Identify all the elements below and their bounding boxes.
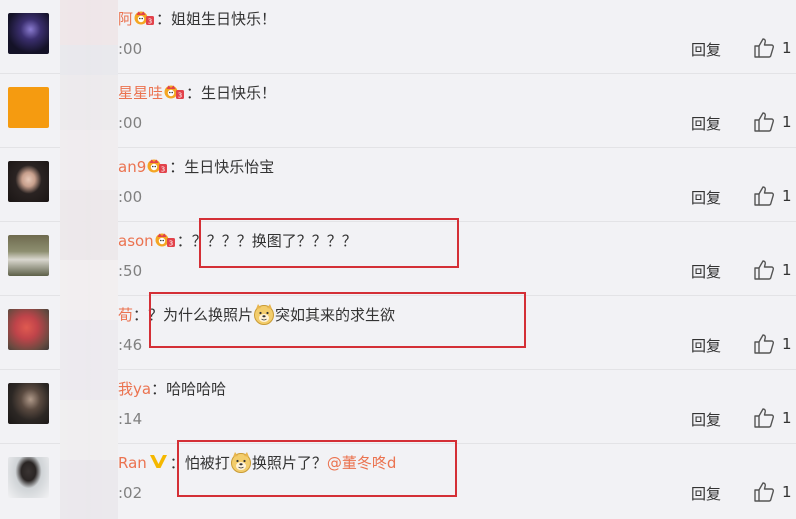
comment-username[interactable]: 星星哇 bbox=[118, 84, 163, 102]
crown-badge-icon bbox=[164, 83, 185, 100]
comment-text: ：姐姐生日快乐！ bbox=[156, 10, 277, 28]
like-count: 1 bbox=[782, 187, 792, 205]
comment-text: ：生日快乐！ bbox=[186, 84, 277, 102]
comment-username[interactable]: 阿 bbox=[118, 10, 133, 28]
comment-line: an9 ：生日快乐怡宝 bbox=[118, 155, 274, 179]
avatar[interactable] bbox=[8, 309, 49, 350]
comment-time: :14 bbox=[118, 410, 143, 428]
avatar[interactable] bbox=[8, 161, 49, 202]
highlight-box bbox=[177, 440, 457, 497]
comment-line: 阿 ：姐姐生日快乐！ bbox=[118, 7, 276, 31]
avatar[interactable] bbox=[8, 87, 49, 128]
comment-username[interactable]: 我ya bbox=[118, 380, 151, 398]
comment-time: :00 bbox=[118, 114, 143, 132]
comment-row: 星星哇 ：生日快乐！ :00 回复 1 bbox=[0, 74, 796, 148]
comment-time: :00 bbox=[118, 40, 143, 58]
like-count: 1 bbox=[782, 409, 792, 427]
avatar[interactable] bbox=[8, 457, 49, 498]
comment-time: :46 bbox=[118, 336, 143, 354]
like-count: 1 bbox=[782, 335, 792, 353]
reply-button[interactable]: 回复 bbox=[691, 39, 721, 60]
thumbs-up-icon[interactable] bbox=[752, 36, 776, 60]
reply-button[interactable]: 回复 bbox=[691, 409, 721, 430]
reply-button[interactable]: 回复 bbox=[691, 261, 721, 282]
comment-text: ：哈哈哈哈 bbox=[151, 380, 227, 398]
crown-badge-icon bbox=[155, 231, 176, 248]
thumbs-up-icon[interactable] bbox=[752, 480, 776, 504]
like-count: 1 bbox=[782, 483, 792, 501]
reply-button[interactable]: 回复 bbox=[691, 113, 721, 134]
highlight-box bbox=[199, 218, 459, 268]
blur-overlay bbox=[60, 0, 118, 519]
comment-row: 阿 ：姐姐生日快乐！ :00 回复 1 bbox=[0, 0, 796, 74]
thumbs-up-icon[interactable] bbox=[752, 406, 776, 430]
comment-username[interactable]: Ran bbox=[118, 454, 147, 472]
comment-row: an9 ：生日快乐怡宝 :00 回复 1 bbox=[0, 148, 796, 222]
verified-v-badge-icon bbox=[148, 453, 169, 470]
thumbs-up-icon[interactable] bbox=[752, 110, 776, 134]
thumbs-up-icon[interactable] bbox=[752, 258, 776, 282]
reply-button[interactable]: 回复 bbox=[691, 483, 721, 504]
avatar[interactable] bbox=[8, 13, 49, 54]
like-count: 1 bbox=[782, 39, 792, 57]
reply-button[interactable]: 回复 bbox=[691, 335, 721, 356]
thumbs-up-icon[interactable] bbox=[752, 184, 776, 208]
avatar[interactable] bbox=[8, 383, 49, 424]
comment-time: :02 bbox=[118, 484, 143, 502]
comment-time: :50 bbox=[118, 262, 143, 280]
like-count: 1 bbox=[782, 113, 792, 131]
avatar[interactable] bbox=[8, 235, 49, 276]
comment-username[interactable]: 荀 bbox=[118, 306, 133, 324]
comment-line: 我ya：哈哈哈哈 bbox=[118, 377, 226, 401]
comment-username[interactable]: ason bbox=[118, 232, 154, 250]
thumbs-up-icon[interactable] bbox=[752, 332, 776, 356]
comment-text: ：生日快乐怡宝 bbox=[169, 158, 275, 176]
comment-username[interactable]: an9 bbox=[118, 158, 146, 176]
crown-badge-icon bbox=[147, 157, 168, 174]
comment-time: :00 bbox=[118, 188, 143, 206]
comment-row: 我ya：哈哈哈哈 :14 回复 1 bbox=[0, 370, 796, 444]
reply-button[interactable]: 回复 bbox=[691, 187, 721, 208]
like-count: 1 bbox=[782, 261, 792, 279]
highlight-box bbox=[149, 292, 526, 348]
comment-line: 星星哇 ：生日快乐！ bbox=[118, 81, 276, 105]
crown-badge-icon bbox=[134, 9, 155, 26]
